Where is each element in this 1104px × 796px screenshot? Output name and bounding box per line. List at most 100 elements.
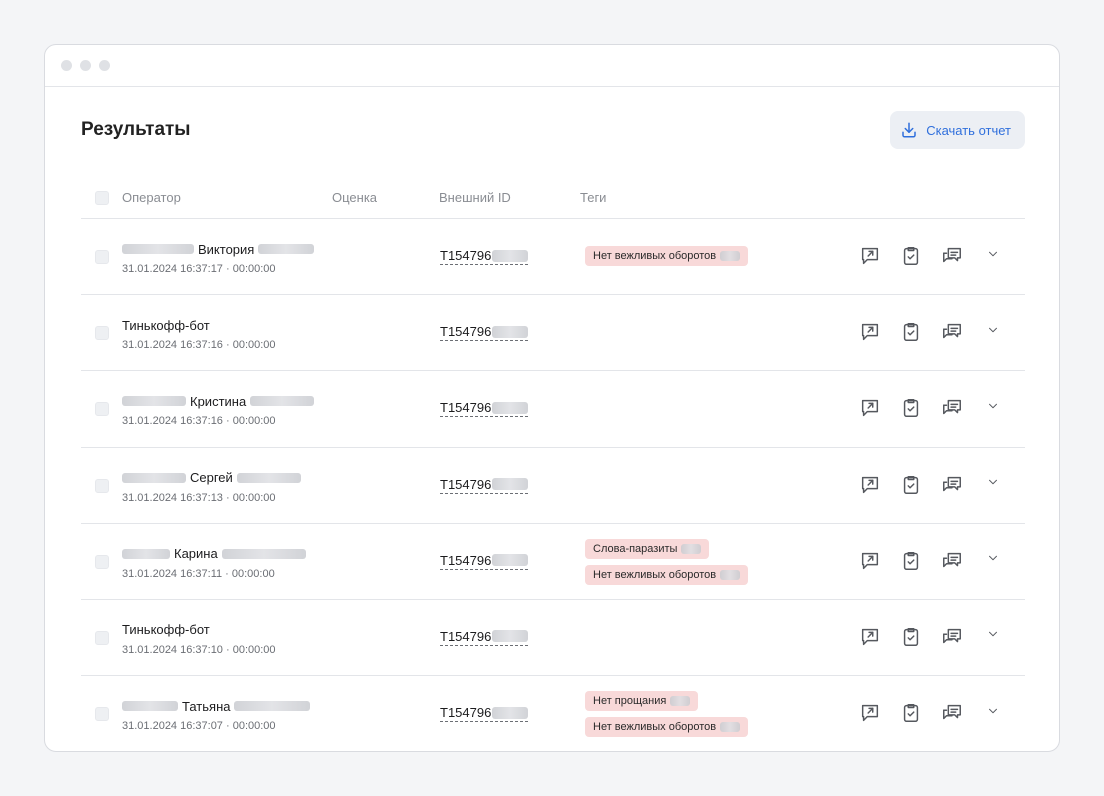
operator-name-line: Карина	[122, 545, 306, 563]
comments-icon[interactable]	[941, 550, 963, 572]
redacted-id-suffix	[492, 554, 529, 567]
comments-icon[interactable]	[941, 397, 963, 419]
column-header-external-id[interactable]: Внешний ID	[439, 190, 511, 205]
comments-icon[interactable]	[941, 626, 963, 648]
comments-icon[interactable]	[941, 474, 963, 496]
results-header: Результаты Скачать отчет	[81, 87, 1025, 177]
redacted-tag-count	[670, 696, 691, 707]
external-id-link[interactable]: T154796	[440, 705, 529, 723]
table-header: Оператор Оценка Внешний ID Теги	[81, 177, 1025, 219]
expand-row-button[interactable]	[986, 704, 1000, 723]
row-actions	[859, 702, 1000, 724]
external-id-link[interactable]: T154796	[440, 324, 529, 342]
expand-row-button[interactable]	[986, 475, 1000, 494]
operator-cell: Кристина 31.01.2024 16:37:16 · 00:00:00	[122, 392, 315, 428]
redacted-id-suffix	[492, 706, 529, 719]
redacted-tag-count	[720, 722, 741, 733]
redacted-id-suffix	[492, 249, 529, 262]
chevron-down-icon	[989, 327, 997, 332]
clipboard-check-icon[interactable]	[900, 702, 922, 724]
operator-name-line: Тинькофф-бот	[122, 621, 276, 639]
tag-label: Нет вежливых оборотов	[593, 250, 717, 262]
tags-cell: Слова-паразиты Нет вежливых оборотов	[585, 538, 749, 585]
download-icon	[902, 122, 916, 138]
page-title: Результаты	[81, 119, 191, 140]
row-actions	[859, 626, 1000, 648]
expand-row-button[interactable]	[986, 551, 1000, 570]
open-chat-icon[interactable]	[859, 397, 881, 419]
chevron-down-icon	[989, 632, 997, 637]
clipboard-check-icon[interactable]	[900, 626, 922, 648]
operator-cell: Татьяна 31.01.2024 16:37:07 · 00:00:00	[122, 697, 311, 732]
download-report-button[interactable]: Скачать отчет	[890, 111, 1025, 149]
operator-name-line: Татьяна	[122, 697, 311, 715]
row-checkbox[interactable]	[95, 554, 109, 569]
table-row[interactable]: Сергей 31.01.2024 16:37:13 · 00:00:00 T1…	[81, 448, 1025, 524]
select-all-checkbox[interactable]	[95, 190, 109, 205]
redacted-patronymic	[258, 244, 315, 254]
clipboard-check-icon[interactable]	[900, 245, 922, 267]
column-header-tags[interactable]: Теги	[580, 190, 606, 205]
row-checkbox[interactable]	[95, 707, 109, 722]
external-id-link[interactable]: T154796	[440, 553, 529, 570]
external-id-link[interactable]: T154796	[440, 248, 529, 265]
redacted-id-suffix	[492, 401, 529, 414]
operator-name: Виктория	[198, 241, 255, 257]
table-row[interactable]: Кристина 31.01.2024 16:37:16 · 00:00:00 …	[81, 371, 1025, 448]
table-row[interactable]: Тинькофф-бот 31.01.2024 16:37:10 · 00:00…	[81, 600, 1025, 677]
row-checkbox[interactable]	[95, 478, 109, 493]
row-actions	[859, 550, 1000, 572]
call-timestamp: 31.01.2024 16:37:16 · 00:00:00	[122, 415, 276, 428]
window-dot-maximize[interactable]	[99, 60, 110, 71]
column-header-operator[interactable]: Оператор	[122, 190, 181, 205]
column-header-rating[interactable]: Оценка	[332, 190, 377, 205]
results-panel: Результаты Скачать отчет Оператор Оценка…	[81, 87, 1025, 751]
row-checkbox[interactable]	[95, 630, 109, 645]
redacted-patronymic	[234, 701, 311, 712]
tag-label: Слова-паразиты	[593, 542, 678, 555]
row-checkbox[interactable]	[95, 402, 109, 417]
row-actions	[859, 245, 1000, 267]
comments-icon[interactable]	[941, 245, 963, 267]
chevron-down-icon	[989, 479, 997, 485]
table-row[interactable]: Тинькофф-бот 31.01.2024 16:37:16 · 00:00…	[81, 295, 1025, 372]
row-checkbox[interactable]	[95, 250, 109, 264]
table-row[interactable]: Татьяна 31.01.2024 16:37:07 · 00:00:00 T…	[81, 676, 1025, 751]
window-dot-close[interactable]	[61, 60, 72, 71]
open-chat-icon[interactable]	[859, 702, 881, 724]
row-checkbox[interactable]	[95, 326, 109, 341]
comments-icon[interactable]	[941, 702, 963, 724]
table-row[interactable]: Виктория 31.01.2024 16:37:17 · 00:00:00 …	[81, 219, 1025, 296]
open-chat-icon[interactable]	[859, 245, 881, 267]
expand-row-button[interactable]	[986, 627, 1000, 646]
clipboard-check-icon[interactable]	[900, 397, 922, 419]
operator-name: Кристина	[190, 393, 247, 409]
external-id-text: T154796	[440, 476, 492, 492]
clipboard-check-icon[interactable]	[900, 550, 922, 572]
operator-name-line: Виктория	[122, 240, 315, 258]
operator-cell: Тинькофф-бот 31.01.2024 16:37:16 · 00:00…	[122, 316, 276, 352]
clipboard-check-icon[interactable]	[900, 474, 922, 496]
open-chat-icon[interactable]	[859, 550, 881, 572]
open-chat-icon[interactable]	[859, 474, 881, 496]
external-id-link[interactable]: T154796	[440, 476, 529, 494]
table-row[interactable]: Карина 31.01.2024 16:37:11 · 00:00:00 T1…	[81, 524, 1025, 600]
open-chat-icon[interactable]	[859, 626, 881, 648]
external-id-link[interactable]: T154796	[440, 400, 529, 418]
comments-icon[interactable]	[941, 321, 963, 343]
clipboard-check-icon[interactable]	[900, 321, 922, 343]
call-timestamp: 31.01.2024 16:37:16 · 00:00:00	[122, 339, 276, 352]
redacted-tag-count	[720, 569, 741, 580]
external-id-text: T154796	[440, 248, 492, 263]
external-id-text: T154796	[440, 628, 492, 644]
window-dot-minimize[interactable]	[80, 60, 91, 71]
open-chat-icon[interactable]	[859, 321, 881, 343]
expand-row-button[interactable]	[986, 399, 1000, 418]
external-id-link[interactable]: T154796	[440, 628, 529, 646]
tags-cell: Нет вежливых оборотов	[585, 246, 749, 266]
tag-badge: Нет вежливых оборотов	[585, 717, 749, 738]
operator-name: Карина	[174, 546, 218, 562]
operator-cell: Сергей 31.01.2024 16:37:13 · 00:00:00	[122, 469, 301, 504]
expand-row-button[interactable]	[986, 323, 1000, 342]
expand-row-button[interactable]	[986, 247, 1000, 266]
